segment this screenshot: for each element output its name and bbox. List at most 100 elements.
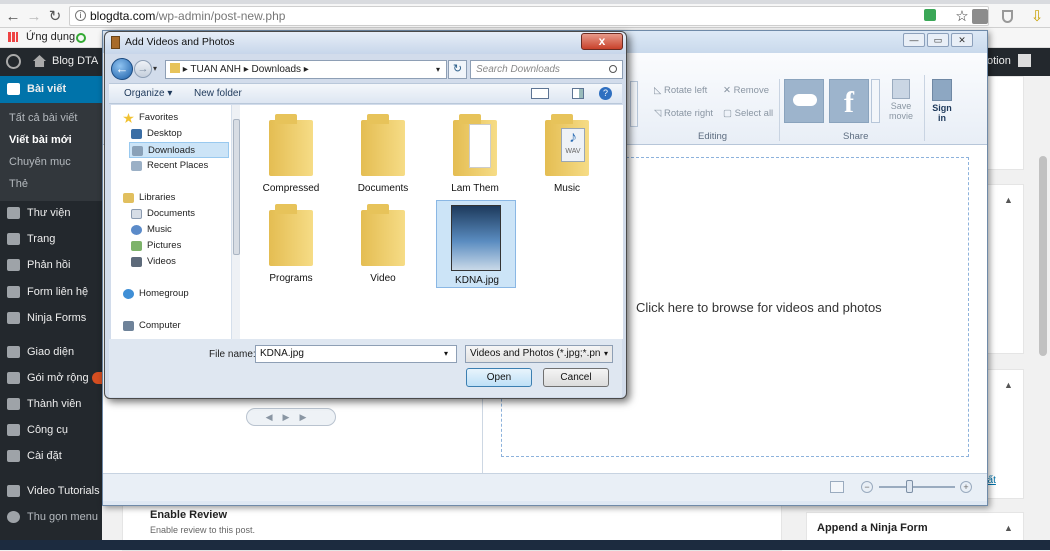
new-folder-button[interactable]: New folder xyxy=(194,84,242,103)
wordpress-logo-icon[interactable] xyxy=(6,54,21,69)
toggle-arrow-icon[interactable]: ▲ xyxy=(1004,523,1013,533)
menu-item-media[interactable]: Thư viện xyxy=(0,200,102,226)
dialog-close-button[interactable]: x xyxy=(581,33,623,50)
menu-item-posts[interactable]: Bài viết xyxy=(0,76,102,103)
nav-videos[interactable]: Videos xyxy=(131,254,247,270)
ribbon-gallery-scroll[interactable] xyxy=(630,81,638,127)
nav-downloads[interactable]: Downloads xyxy=(129,142,229,158)
site-name[interactable]: Blog DTA xyxy=(52,55,98,67)
file-item-compressed[interactable]: Compressed xyxy=(250,109,332,197)
maximize-button[interactable]: ▭ xyxy=(927,33,949,47)
breadcrumb-dropdown-icon[interactable]: ▾ xyxy=(436,61,440,78)
nav-music[interactable]: Music xyxy=(131,222,247,238)
avatar[interactable] xyxy=(1018,54,1031,67)
nav-computer[interactable]: Computer xyxy=(123,318,239,334)
file-item-lam-them[interactable]: Lam Them xyxy=(434,109,516,197)
download-extension-icon[interactable] xyxy=(972,9,988,24)
reload-icon[interactable]: ↻ xyxy=(47,9,63,25)
open-button[interactable]: Open xyxy=(466,368,532,387)
menu-item-appearance[interactable]: Giao diện xyxy=(0,339,102,365)
onedrive-share-icon[interactable] xyxy=(784,79,824,123)
nav-desktop[interactable]: Desktop xyxy=(131,126,247,142)
bookmark-refresh-icon[interactable] xyxy=(76,33,86,43)
bookmark-star-icon[interactable]: ☆ xyxy=(954,9,970,25)
menu-item-tools[interactable]: Công cụ xyxy=(0,417,102,443)
dialog-help-icon[interactable]: ? xyxy=(599,87,612,100)
file-item-kdna[interactable]: KDNA.jpg xyxy=(436,200,516,288)
navigation-scroll-thumb[interactable] xyxy=(233,119,240,255)
address-bar[interactable]: i blogdta.com/wp-admin/post-new.php xyxy=(69,6,989,26)
extension-cart-icon[interactable] xyxy=(924,9,936,21)
zoom-in-icon[interactable]: + xyxy=(960,481,972,493)
share-gallery-scroll[interactable] xyxy=(871,79,880,123)
close-button[interactable]: ✕ xyxy=(951,33,973,47)
submenu-all-posts[interactable]: Tất cả bài viết xyxy=(0,107,102,129)
collapse-menu-button[interactable]: Thu gọn menu xyxy=(0,504,102,530)
recent-dropdown-icon[interactable]: ▾ xyxy=(153,64,157,73)
apps-grid-icon[interactable] xyxy=(8,32,18,42)
nav-pictures[interactable]: Pictures xyxy=(131,238,247,254)
breadcrumb-user[interactable]: TUAN ANH xyxy=(190,64,241,75)
select-all-button[interactable]: ▢ Select all xyxy=(723,108,773,119)
save-movie-button[interactable]: Save movie xyxy=(885,79,917,129)
facebook-share-icon[interactable]: f xyxy=(829,79,869,123)
forward-icon[interactable]: → xyxy=(26,9,42,25)
back-arrow-icon[interactable]: ← xyxy=(111,58,133,80)
preview-pane-icon[interactable] xyxy=(572,88,584,99)
file-item-video[interactable]: Video xyxy=(342,199,424,287)
rotate-right-button[interactable]: ◹ Rotate right xyxy=(654,108,713,119)
nav-documents[interactable]: Documents xyxy=(131,206,247,222)
remove-button[interactable]: ✕ Remove xyxy=(723,85,769,96)
rotate-left-button[interactable]: ◺ Rotate left xyxy=(654,85,707,96)
sign-in-button[interactable]: Sign in xyxy=(929,79,955,135)
page-scrollbar[interactable] xyxy=(1039,156,1047,356)
search-field[interactable]: Search Downloads xyxy=(470,60,623,79)
menu-item-label: Giao diện xyxy=(27,346,75,358)
forward-arrow-icon[interactable]: → xyxy=(134,60,152,78)
back-icon[interactable]: ← xyxy=(5,9,21,25)
menu-item-comments[interactable]: Phản hồi xyxy=(0,252,102,278)
breadcrumb[interactable]: ▸ TUAN ANH ▸ Downloads ▸ ▾ xyxy=(165,60,447,79)
menu-item-video-tutorials[interactable]: Video Tutorials xyxy=(0,478,102,504)
menu-item-ninja-forms[interactable]: Ninja Forms xyxy=(0,305,102,331)
menu-item-users[interactable]: Thành viên xyxy=(0,391,102,417)
zoom-out-icon[interactable]: − xyxy=(861,481,873,493)
thumbnail-size-icon[interactable] xyxy=(830,481,844,493)
toggle-arrow-icon[interactable]: ▲ xyxy=(1004,195,1013,205)
nav-libraries[interactable]: Libraries xyxy=(123,190,239,206)
submenu-categories[interactable]: Chuyên mục xyxy=(0,151,102,173)
menu-item-pages[interactable]: Trang xyxy=(0,226,102,252)
view-options-icon[interactable] xyxy=(531,88,549,99)
apps-link[interactable]: Ứng dụng xyxy=(26,31,75,43)
nav-recent-places[interactable]: Recent Places xyxy=(131,158,247,174)
filetype-dropdown-icon[interactable]: ▾ xyxy=(600,346,612,362)
file-item-documents[interactable]: Documents xyxy=(342,109,424,197)
shield-icon[interactable] xyxy=(1002,10,1013,23)
toggle-arrow-icon[interactable]: ▲ xyxy=(1004,380,1013,390)
organize-button[interactable]: Organize ▾ xyxy=(124,84,172,103)
refresh-icon[interactable]: ↻ xyxy=(448,60,467,79)
breadcrumb-downloads[interactable]: Downloads xyxy=(252,64,301,75)
zoom-slider[interactable] xyxy=(879,486,955,488)
menu-item-contact-form[interactable]: Form liên hệ xyxy=(0,279,102,305)
filetype-select[interactable]: Videos and Photos (*.jpg;*.png; ▾ xyxy=(465,345,613,363)
minimize-button[interactable]: — xyxy=(903,33,925,47)
nav-favorites[interactable]: Favorites xyxy=(123,110,239,126)
submenu-new-post[interactable]: Viết bài mới xyxy=(0,129,102,151)
info-icon[interactable]: i xyxy=(75,10,86,21)
menu-item-settings[interactable]: Cài đặt xyxy=(0,443,102,469)
filename-input[interactable]: KDNA.jpg ▾ xyxy=(255,345,457,363)
cancel-button[interactable]: Cancel xyxy=(543,368,609,387)
submenu-tags[interactable]: Thẻ xyxy=(0,173,102,195)
browse-prompt[interactable]: Click here to browse for videos and phot… xyxy=(636,300,882,315)
zoom-slider-thumb[interactable] xyxy=(906,480,913,493)
menu-item-plugins[interactable]: Gói mở rộng xyxy=(0,365,102,391)
filename-dropdown-icon[interactable]: ▾ xyxy=(444,346,448,362)
nav-homegroup[interactable]: Homegroup xyxy=(123,286,239,302)
file-item-music[interactable]: ♪ WAV Music xyxy=(526,109,608,197)
search-icon[interactable] xyxy=(609,65,617,73)
file-item-programs[interactable]: Programs xyxy=(250,199,332,287)
download-icon[interactable]: ⇩ xyxy=(1029,9,1045,25)
playback-controls[interactable]: ◀▶▶ xyxy=(246,408,336,426)
adminbar-right-text[interactable]: otion xyxy=(987,55,1011,67)
